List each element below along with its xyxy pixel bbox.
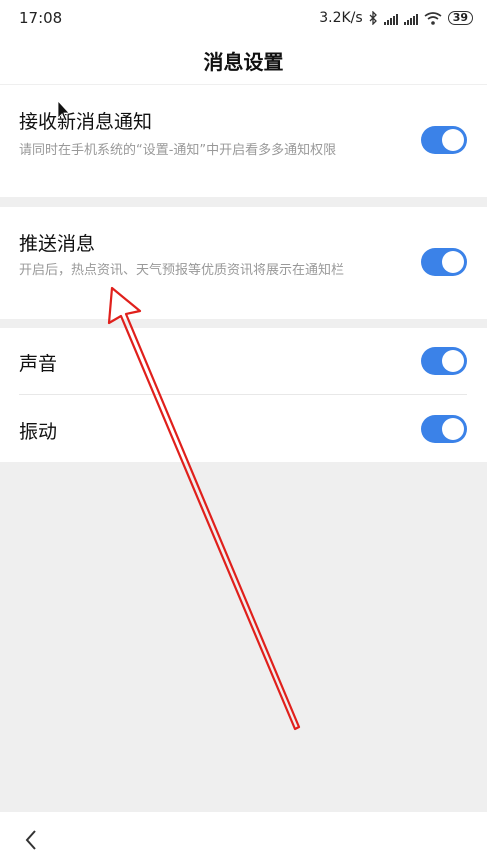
bottom-nav-bar	[0, 812, 487, 865]
battery-icon: 39	[447, 11, 473, 25]
toggle-knob	[442, 418, 464, 440]
toggle-knob	[442, 350, 464, 372]
receive-notifications-toggle[interactable]	[421, 126, 467, 154]
wifi-icon	[424, 11, 442, 25]
page-title: 消息设置	[0, 36, 487, 84]
setting-title: 声音	[19, 353, 58, 375]
setting-title: 推送消息	[19, 233, 96, 255]
sound-toggle[interactable]	[421, 347, 467, 375]
setting-receive-notifications: 接收新消息通知 请同时在手机系统的“设置-通知”中开启看多多通知权限	[0, 85, 487, 197]
network-speed: 3.2K/s	[319, 10, 363, 26]
push-messages-toggle[interactable]	[421, 248, 467, 276]
status-icons: 3.2K/s 39	[319, 10, 473, 26]
setting-description: 开启后，热点资讯、天气预报等优质资讯将展示在通知栏	[19, 263, 345, 278]
status-bar: 17:08 3.2K/s 39	[0, 0, 487, 36]
signal-icon	[383, 12, 398, 25]
toggle-knob	[442, 129, 464, 151]
status-time: 17:08	[19, 9, 63, 27]
divider	[19, 394, 467, 395]
bluetooth-icon	[369, 11, 377, 25]
setting-push-messages: 推送消息 开启后，热点资讯、天气预报等优质资讯将展示在通知栏	[0, 207, 487, 319]
setting-group-sound-vibration: 声音 振动	[0, 328, 487, 462]
setting-title: 振动	[19, 421, 58, 443]
setting-description: 请同时在手机系统的“设置-通知”中开启看多多通知权限	[19, 143, 337, 158]
toggle-knob	[442, 251, 464, 273]
setting-title: 接收新消息通知	[19, 111, 153, 133]
vibration-toggle[interactable]	[421, 415, 467, 443]
signal-icon-2	[403, 12, 418, 25]
chevron-left-icon[interactable]	[22, 828, 40, 852]
